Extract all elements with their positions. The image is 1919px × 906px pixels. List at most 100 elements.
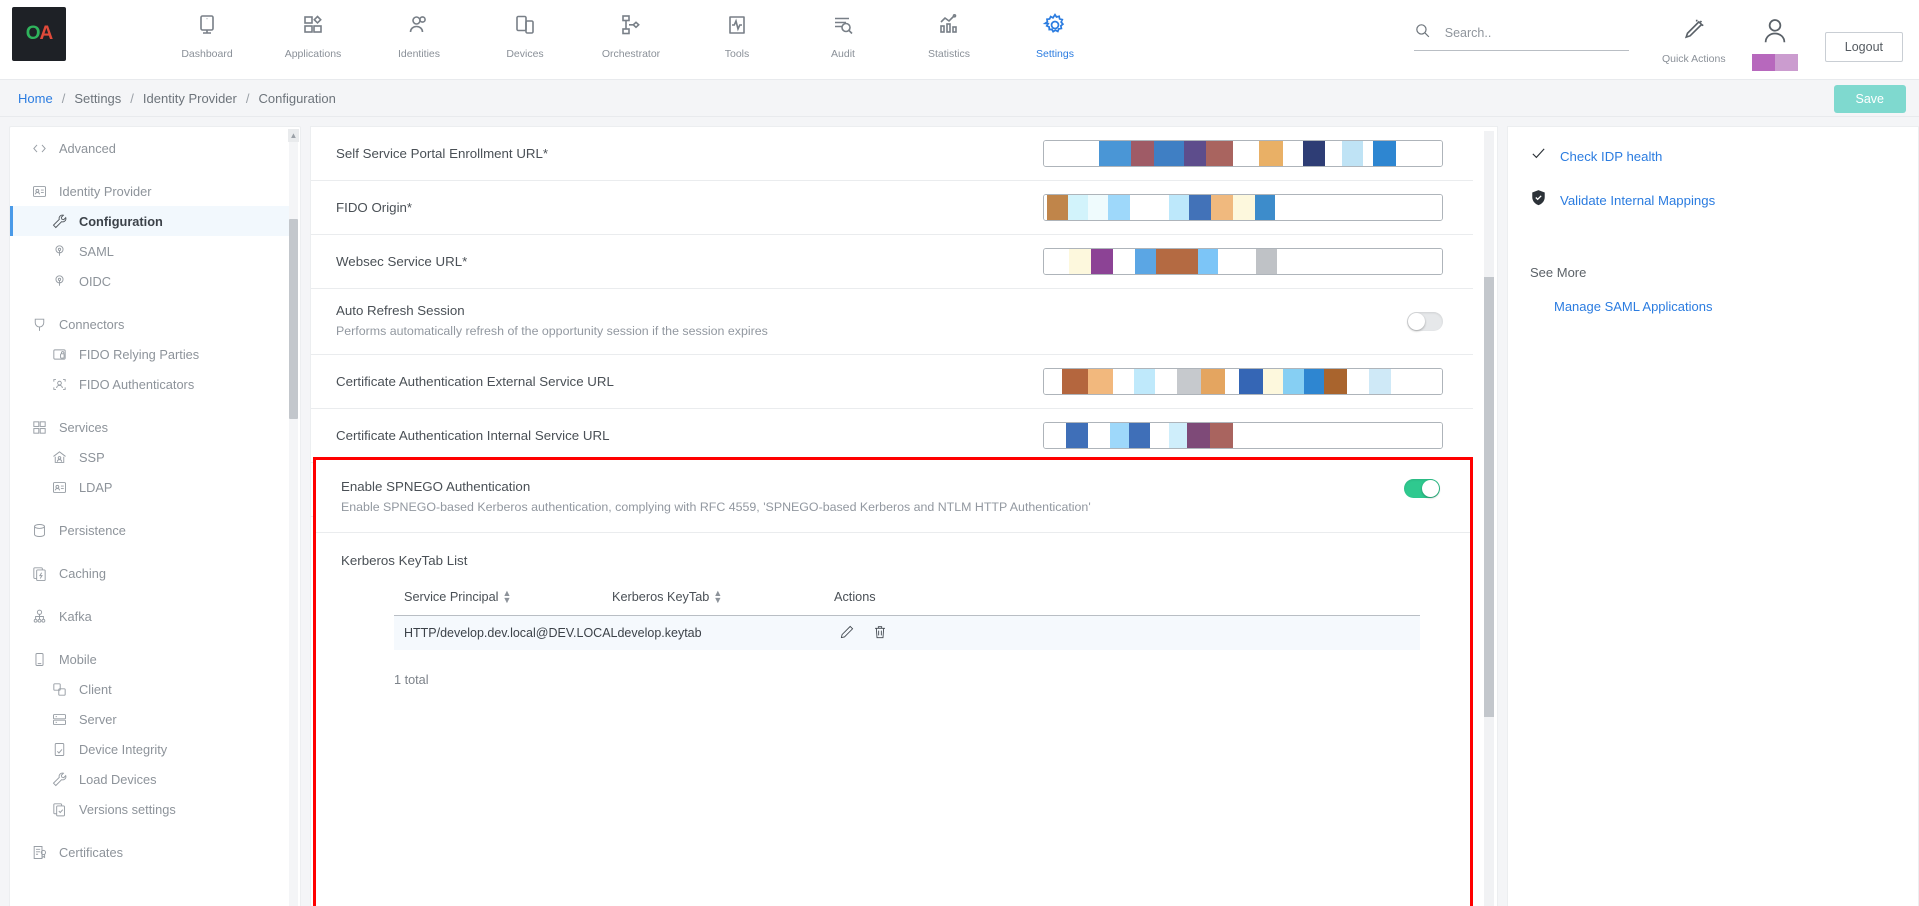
keytab-table-header: Service Principal ▲▼ Kerberos KeyTab ▲▼ … xyxy=(394,590,1420,616)
column-header-service-principal[interactable]: Service Principal ▲▼ xyxy=(394,590,612,604)
sidebar-item-server[interactable]: Server xyxy=(10,704,290,734)
breadcrumb-item-settings[interactable]: Settings xyxy=(74,91,121,106)
nav-item-statistics[interactable]: Statistics xyxy=(918,0,980,60)
sidebar-group-spacer xyxy=(10,588,290,601)
nav-item-tools[interactable]: Tools xyxy=(706,0,768,60)
sidebar-item-label: Device Integrity xyxy=(79,742,167,757)
auto-refresh-session-toggle[interactable] xyxy=(1407,312,1443,331)
spnego-highlight-box: Enable SPNEGO Authentication Enable SPNE… xyxy=(313,457,1473,906)
sidebar-item-label: Persistence xyxy=(59,523,126,538)
sidebar-item-label: Connectors xyxy=(59,317,124,332)
sidebar-item-fido-authenticators[interactable]: FIDO Authenticators xyxy=(10,369,290,399)
nav-item-orchestrator[interactable]: Orchestrator xyxy=(600,0,662,60)
redaction-block xyxy=(1131,141,1155,166)
field-control xyxy=(694,368,1443,395)
edit-pencil-icon[interactable] xyxy=(839,624,855,643)
field-control xyxy=(694,194,1443,221)
redaction-block xyxy=(1342,141,1364,166)
sort-chevrons-icon[interactable]: ▲▼ xyxy=(713,590,722,604)
sidebar-item-label: Services xyxy=(59,420,108,435)
redaction-block xyxy=(1130,195,1170,220)
redaction-block xyxy=(1206,141,1233,166)
sort-chevrons-icon[interactable]: ▲▼ xyxy=(503,590,512,604)
sidebar-group-spacer xyxy=(10,163,290,176)
sidebar-item-fido-relying-parties[interactable]: FIDO Relying Parties xyxy=(10,339,290,369)
nav-item-settings[interactable]: Settings xyxy=(1024,0,1086,60)
table-row[interactable]: HTTP/develop.dev.local@DEV.LOCAL develop… xyxy=(394,616,1420,650)
sidebar-item-client[interactable]: Client xyxy=(10,674,290,704)
redaction-block xyxy=(1113,369,1134,394)
field-label: Certificate Authentication Internal Serv… xyxy=(336,428,694,443)
breadcrumb-item-home[interactable]: Home xyxy=(18,91,53,106)
sidebar-item-services[interactable]: Services xyxy=(10,412,290,442)
nav-item-dashboard[interactable]: Dashboard xyxy=(176,0,238,60)
sidebar-item-configuration[interactable]: Configuration xyxy=(10,206,290,236)
nav-right-section: Search.. Quick Actions Logout xyxy=(1414,0,1919,80)
sidebar-scrollbar-thumb[interactable] xyxy=(289,219,298,419)
sidebar-item-versions-settings[interactable]: Versions settings xyxy=(10,794,290,824)
sidebar-item-saml[interactable]: SAML xyxy=(10,236,290,266)
apps-grid-icon xyxy=(28,419,50,436)
sidebar-group-spacer xyxy=(10,296,290,309)
nav-item-audit[interactable]: Audit xyxy=(812,0,874,60)
form-row-certificate-authentication-internal-service-url: Certificate Authentication Internal Serv… xyxy=(311,409,1473,463)
chevron-up-icon[interactable]: ▲ xyxy=(288,129,299,142)
column-header-kerberos-keytab[interactable]: Kerberos KeyTab ▲▼ xyxy=(612,590,834,604)
text-input-redacted[interactable] xyxy=(1043,140,1443,167)
quick-actions-button[interactable]: Quick Actions xyxy=(1663,14,1725,65)
breadcrumb-item-identity-provider[interactable]: Identity Provider xyxy=(143,91,237,106)
nav-item-applications[interactable]: Applications xyxy=(282,0,344,60)
search-input[interactable]: Search.. xyxy=(1414,22,1629,51)
sidebar-item-ldap[interactable]: LDAP xyxy=(10,472,290,502)
configuration-form-panel: Self Service Portal Enrollment URL*FIDO … xyxy=(310,126,1498,906)
sidebar-item-connectors[interactable]: Connectors xyxy=(10,309,290,339)
save-button[interactable]: Save xyxy=(1834,85,1907,113)
nav-item-identities[interactable]: Identities xyxy=(388,0,450,60)
breadcrumb-item-configuration: Configuration xyxy=(258,91,335,106)
code-icon xyxy=(28,140,50,157)
text-input-redacted[interactable] xyxy=(1043,422,1443,449)
delete-trash-icon[interactable] xyxy=(872,624,888,643)
sidebar-item-identity-provider[interactable]: Identity Provider xyxy=(10,176,290,206)
redaction-block xyxy=(1325,141,1342,166)
spnego-enable-toggle[interactable] xyxy=(1404,479,1440,498)
sidebar-item-mobile[interactable]: Mobile xyxy=(10,644,290,674)
sidebar-item-load-devices[interactable]: Load Devices xyxy=(10,764,290,794)
check-idp-health-link[interactable]: Check IDP health xyxy=(1530,145,1896,167)
app-logo[interactable]: OA xyxy=(12,7,66,61)
main-scrollbar-thumb[interactable] xyxy=(1484,277,1494,717)
nav-item-devices[interactable]: Devices xyxy=(494,0,556,60)
sidebar-item-certificates[interactable]: Certificates xyxy=(10,837,290,867)
validate-internal-mappings-link[interactable]: Validate Internal Mappings xyxy=(1530,189,1896,211)
wrench-icon xyxy=(48,213,70,230)
form-row-websec-service-url: Websec Service URL* xyxy=(311,235,1473,289)
sidebar-item-kafka[interactable]: Kafka xyxy=(10,601,290,631)
avatar-color-bars xyxy=(1752,54,1798,71)
form-row-certificate-authentication-external-service-url: Certificate Authentication External Serv… xyxy=(311,355,1473,409)
sidebar-item-label: FIDO Authenticators xyxy=(79,377,194,392)
field-label: Self Service Portal Enrollment URL* xyxy=(336,146,694,161)
text-input-redacted[interactable] xyxy=(1043,194,1443,221)
redaction-block xyxy=(1135,249,1157,274)
sidebar-item-caching[interactable]: Caching xyxy=(10,558,290,588)
manage-saml-applications-link[interactable]: Manage SAML Applications xyxy=(1554,299,1896,314)
sidebar-group-spacer xyxy=(10,631,290,644)
toggle-knob xyxy=(1408,313,1425,330)
text-input-redacted[interactable] xyxy=(1043,248,1443,275)
sidebar-item-ssp[interactable]: SSP xyxy=(10,442,290,472)
sidebar-item-label: SSP xyxy=(79,450,105,465)
link-label: Validate Internal Mappings xyxy=(1560,193,1715,208)
sidebar-item-oidc[interactable]: OIDC xyxy=(10,266,290,296)
avatar[interactable] xyxy=(1747,14,1803,71)
redaction-block xyxy=(1259,141,1283,166)
sidebar-item-advanced[interactable]: Advanced xyxy=(10,133,290,163)
user-avatar-icon xyxy=(1760,16,1790,51)
text-input-redacted[interactable] xyxy=(1043,368,1443,395)
id-card-icon xyxy=(28,183,50,200)
sidebar-item-label: Kafka xyxy=(59,609,92,624)
logout-button[interactable]: Logout xyxy=(1825,32,1903,62)
sidebar-item-device-integrity[interactable]: Device Integrity xyxy=(10,734,290,764)
redaction-block xyxy=(1091,249,1113,274)
sidebar-item-label: Load Devices xyxy=(79,772,157,787)
sidebar-item-persistence[interactable]: Persistence xyxy=(10,515,290,545)
